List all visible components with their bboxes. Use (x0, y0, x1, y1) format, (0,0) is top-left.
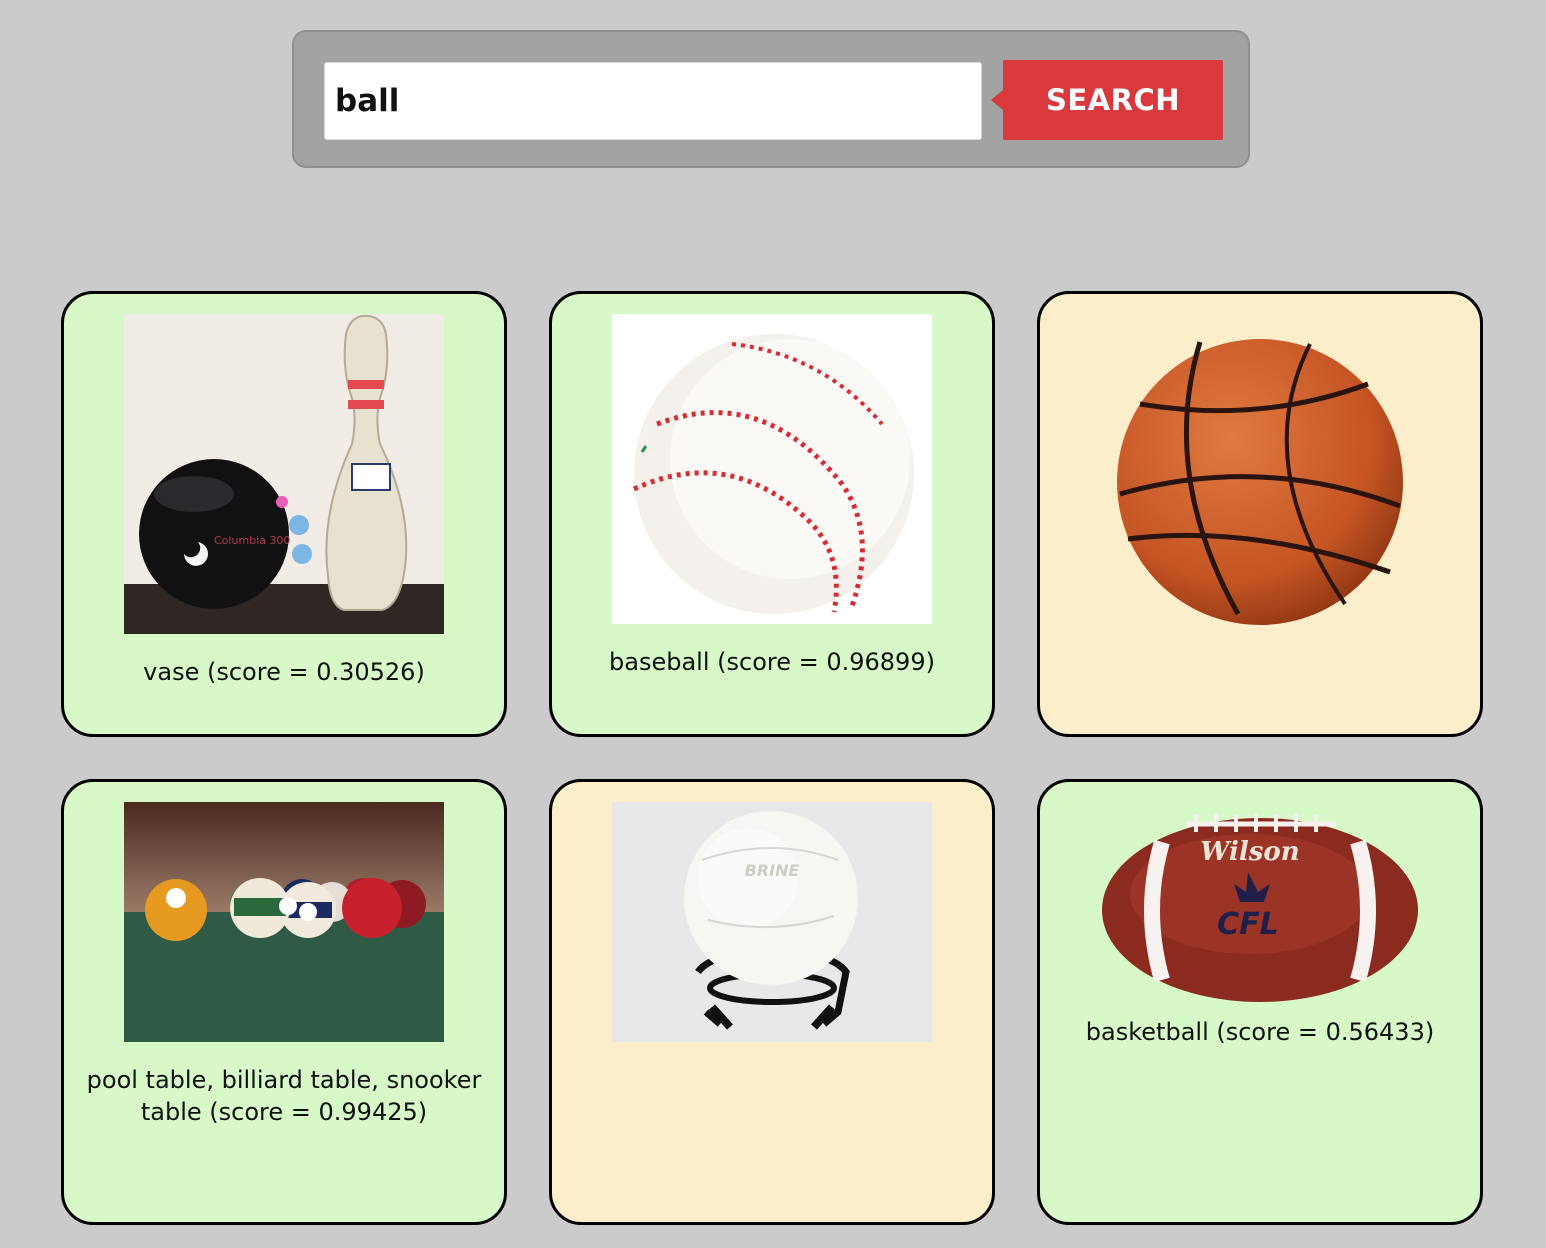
brand-logo-text: Wilson (1200, 837, 1299, 867)
result-card-white-ball[interactable]: BRINE (549, 779, 995, 1225)
result-card-baseball[interactable]: baseball (score = 0.96899) (549, 291, 995, 737)
brand-logo-text: BRINE (745, 861, 800, 880)
result-caption: basketball (score = 0.56433) (1085, 1018, 1435, 1046)
result-caption: baseball (score = 0.96899) (609, 648, 935, 676)
baseball-image (612, 314, 932, 624)
billiard-balls-image (124, 802, 444, 1042)
search-input[interactable] (324, 62, 982, 140)
svg-text:Columbia 300: Columbia 300 (214, 534, 290, 547)
basketball-image (1100, 314, 1420, 634)
result-caption: pool table, billiard table, snooker tabl… (86, 1066, 482, 1126)
result-caption: vase (score = 0.30526) (143, 658, 425, 686)
result-card-basketball[interactable] (1037, 291, 1483, 737)
football-image: Wilson CFL (1100, 802, 1420, 1012)
search-bar: SEARCH (292, 30, 1250, 168)
league-logo-text: CFL (1217, 907, 1279, 942)
result-card-vase[interactable]: Columbia 300 vase (score = 0.30526) (61, 291, 507, 737)
search-button[interactable]: SEARCH (991, 60, 1223, 140)
bowling-ball-image: Columbia 300 (124, 314, 444, 634)
result-card-football[interactable]: Wilson CFL basketball (score = 0.56433) (1037, 779, 1483, 1225)
result-card-pool-table[interactable]: pool table, billiard table, snooker tabl… (61, 779, 507, 1225)
white-ball-image: BRINE (612, 802, 932, 1042)
